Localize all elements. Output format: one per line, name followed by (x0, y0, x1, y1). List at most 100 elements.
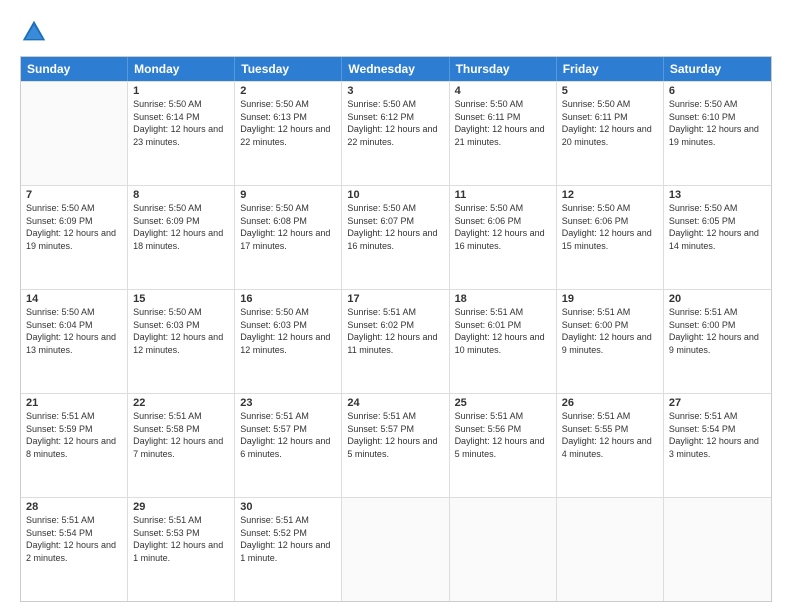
calendar-cell-2-1: 15Sunrise: 5:50 AMSunset: 6:03 PMDayligh… (128, 290, 235, 393)
calendar-cell-4-0: 28Sunrise: 5:51 AMSunset: 5:54 PMDayligh… (21, 498, 128, 601)
day-info: Sunrise: 5:51 AMSunset: 6:02 PMDaylight:… (347, 306, 443, 356)
day-number: 1 (133, 85, 229, 97)
day-number: 4 (455, 85, 551, 97)
calendar-header-row: SundayMondayTuesdayWednesdayThursdayFrid… (21, 57, 771, 81)
calendar-header-monday: Monday (128, 57, 235, 81)
calendar: SundayMondayTuesdayWednesdayThursdayFrid… (20, 56, 772, 602)
calendar-cell-1-2: 9Sunrise: 5:50 AMSunset: 6:08 PMDaylight… (235, 186, 342, 289)
day-info: Sunrise: 5:50 AMSunset: 6:09 PMDaylight:… (133, 202, 229, 252)
day-number: 16 (240, 293, 336, 305)
day-info: Sunrise: 5:51 AMSunset: 5:57 PMDaylight:… (347, 410, 443, 460)
calendar-cell-4-3 (342, 498, 449, 601)
calendar-cell-0-2: 2Sunrise: 5:50 AMSunset: 6:13 PMDaylight… (235, 82, 342, 185)
day-number: 22 (133, 397, 229, 409)
calendar-header-wednesday: Wednesday (342, 57, 449, 81)
calendar-cell-0-6: 6Sunrise: 5:50 AMSunset: 6:10 PMDaylight… (664, 82, 771, 185)
day-info: Sunrise: 5:51 AMSunset: 6:00 PMDaylight:… (562, 306, 658, 356)
day-info: Sunrise: 5:50 AMSunset: 6:09 PMDaylight:… (26, 202, 122, 252)
day-info: Sunrise: 5:50 AMSunset: 6:05 PMDaylight:… (669, 202, 766, 252)
day-number: 13 (669, 189, 766, 201)
day-number: 21 (26, 397, 122, 409)
calendar-cell-1-3: 10Sunrise: 5:50 AMSunset: 6:07 PMDayligh… (342, 186, 449, 289)
logo (20, 16, 52, 46)
calendar-header-tuesday: Tuesday (235, 57, 342, 81)
calendar-cell-2-0: 14Sunrise: 5:50 AMSunset: 6:04 PMDayligh… (21, 290, 128, 393)
day-info: Sunrise: 5:50 AMSunset: 6:10 PMDaylight:… (669, 98, 766, 148)
day-info: Sunrise: 5:50 AMSunset: 6:04 PMDaylight:… (26, 306, 122, 356)
day-info: Sunrise: 5:50 AMSunset: 6:06 PMDaylight:… (455, 202, 551, 252)
day-number: 30 (240, 501, 336, 513)
day-info: Sunrise: 5:50 AMSunset: 6:03 PMDaylight:… (240, 306, 336, 356)
day-info: Sunrise: 5:50 AMSunset: 6:14 PMDaylight:… (133, 98, 229, 148)
calendar-cell-3-2: 23Sunrise: 5:51 AMSunset: 5:57 PMDayligh… (235, 394, 342, 497)
calendar-cell-1-4: 11Sunrise: 5:50 AMSunset: 6:06 PMDayligh… (450, 186, 557, 289)
calendar-cell-4-5 (557, 498, 664, 601)
calendar-row-1: 7Sunrise: 5:50 AMSunset: 6:09 PMDaylight… (21, 185, 771, 289)
calendar-cell-3-3: 24Sunrise: 5:51 AMSunset: 5:57 PMDayligh… (342, 394, 449, 497)
day-number: 8 (133, 189, 229, 201)
calendar-cell-3-5: 26Sunrise: 5:51 AMSunset: 5:55 PMDayligh… (557, 394, 664, 497)
day-number: 7 (26, 189, 122, 201)
day-number: 2 (240, 85, 336, 97)
calendar-cell-2-5: 19Sunrise: 5:51 AMSunset: 6:00 PMDayligh… (557, 290, 664, 393)
calendar-cell-4-6 (664, 498, 771, 601)
day-number: 20 (669, 293, 766, 305)
day-number: 25 (455, 397, 551, 409)
calendar-cell-1-5: 12Sunrise: 5:50 AMSunset: 6:06 PMDayligh… (557, 186, 664, 289)
calendar-cell-1-1: 8Sunrise: 5:50 AMSunset: 6:09 PMDaylight… (128, 186, 235, 289)
day-info: Sunrise: 5:51 AMSunset: 5:57 PMDaylight:… (240, 410, 336, 460)
calendar-cell-0-4: 4Sunrise: 5:50 AMSunset: 6:11 PMDaylight… (450, 82, 557, 185)
calendar-cell-2-2: 16Sunrise: 5:50 AMSunset: 6:03 PMDayligh… (235, 290, 342, 393)
day-info: Sunrise: 5:51 AMSunset: 5:52 PMDaylight:… (240, 514, 336, 564)
day-number: 23 (240, 397, 336, 409)
calendar-cell-4-1: 29Sunrise: 5:51 AMSunset: 5:53 PMDayligh… (128, 498, 235, 601)
calendar-cell-3-1: 22Sunrise: 5:51 AMSunset: 5:58 PMDayligh… (128, 394, 235, 497)
day-info: Sunrise: 5:50 AMSunset: 6:06 PMDaylight:… (562, 202, 658, 252)
day-info: Sunrise: 5:50 AMSunset: 6:11 PMDaylight:… (455, 98, 551, 148)
calendar-cell-0-3: 3Sunrise: 5:50 AMSunset: 6:12 PMDaylight… (342, 82, 449, 185)
day-number: 5 (562, 85, 658, 97)
calendar-row-2: 14Sunrise: 5:50 AMSunset: 6:04 PMDayligh… (21, 289, 771, 393)
day-info: Sunrise: 5:50 AMSunset: 6:03 PMDaylight:… (133, 306, 229, 356)
day-number: 10 (347, 189, 443, 201)
calendar-cell-2-6: 20Sunrise: 5:51 AMSunset: 6:00 PMDayligh… (664, 290, 771, 393)
calendar-row-3: 21Sunrise: 5:51 AMSunset: 5:59 PMDayligh… (21, 393, 771, 497)
calendar-cell-3-6: 27Sunrise: 5:51 AMSunset: 5:54 PMDayligh… (664, 394, 771, 497)
calendar-header-friday: Friday (557, 57, 664, 81)
day-number: 11 (455, 189, 551, 201)
day-info: Sunrise: 5:50 AMSunset: 6:07 PMDaylight:… (347, 202, 443, 252)
calendar-row-0: 1Sunrise: 5:50 AMSunset: 6:14 PMDaylight… (21, 81, 771, 185)
calendar-cell-3-0: 21Sunrise: 5:51 AMSunset: 5:59 PMDayligh… (21, 394, 128, 497)
calendar-cell-4-2: 30Sunrise: 5:51 AMSunset: 5:52 PMDayligh… (235, 498, 342, 601)
calendar-cell-2-4: 18Sunrise: 5:51 AMSunset: 6:01 PMDayligh… (450, 290, 557, 393)
calendar-cell-0-0 (21, 82, 128, 185)
day-info: Sunrise: 5:51 AMSunset: 5:54 PMDaylight:… (669, 410, 766, 460)
day-number: 29 (133, 501, 229, 513)
calendar-cell-4-4 (450, 498, 557, 601)
day-info: Sunrise: 5:50 AMSunset: 6:12 PMDaylight:… (347, 98, 443, 148)
calendar-header-saturday: Saturday (664, 57, 771, 81)
day-number: 6 (669, 85, 766, 97)
day-info: Sunrise: 5:50 AMSunset: 6:13 PMDaylight:… (240, 98, 336, 148)
calendar-cell-0-5: 5Sunrise: 5:50 AMSunset: 6:11 PMDaylight… (557, 82, 664, 185)
calendar-header-sunday: Sunday (21, 57, 128, 81)
day-number: 9 (240, 189, 336, 201)
calendar-cell-1-6: 13Sunrise: 5:50 AMSunset: 6:05 PMDayligh… (664, 186, 771, 289)
calendar-body: 1Sunrise: 5:50 AMSunset: 6:14 PMDaylight… (21, 81, 771, 601)
day-number: 24 (347, 397, 443, 409)
day-number: 17 (347, 293, 443, 305)
calendar-cell-2-3: 17Sunrise: 5:51 AMSunset: 6:02 PMDayligh… (342, 290, 449, 393)
day-number: 28 (26, 501, 122, 513)
calendar-header-thursday: Thursday (450, 57, 557, 81)
day-info: Sunrise: 5:51 AMSunset: 6:00 PMDaylight:… (669, 306, 766, 356)
day-info: Sunrise: 5:50 AMSunset: 6:08 PMDaylight:… (240, 202, 336, 252)
calendar-row-4: 28Sunrise: 5:51 AMSunset: 5:54 PMDayligh… (21, 497, 771, 601)
calendar-cell-3-4: 25Sunrise: 5:51 AMSunset: 5:56 PMDayligh… (450, 394, 557, 497)
header (20, 16, 772, 46)
day-info: Sunrise: 5:51 AMSunset: 6:01 PMDaylight:… (455, 306, 551, 356)
page: SundayMondayTuesdayWednesdayThursdayFrid… (0, 0, 792, 612)
day-number: 18 (455, 293, 551, 305)
calendar-cell-0-1: 1Sunrise: 5:50 AMSunset: 6:14 PMDaylight… (128, 82, 235, 185)
day-info: Sunrise: 5:51 AMSunset: 5:53 PMDaylight:… (133, 514, 229, 564)
day-number: 3 (347, 85, 443, 97)
